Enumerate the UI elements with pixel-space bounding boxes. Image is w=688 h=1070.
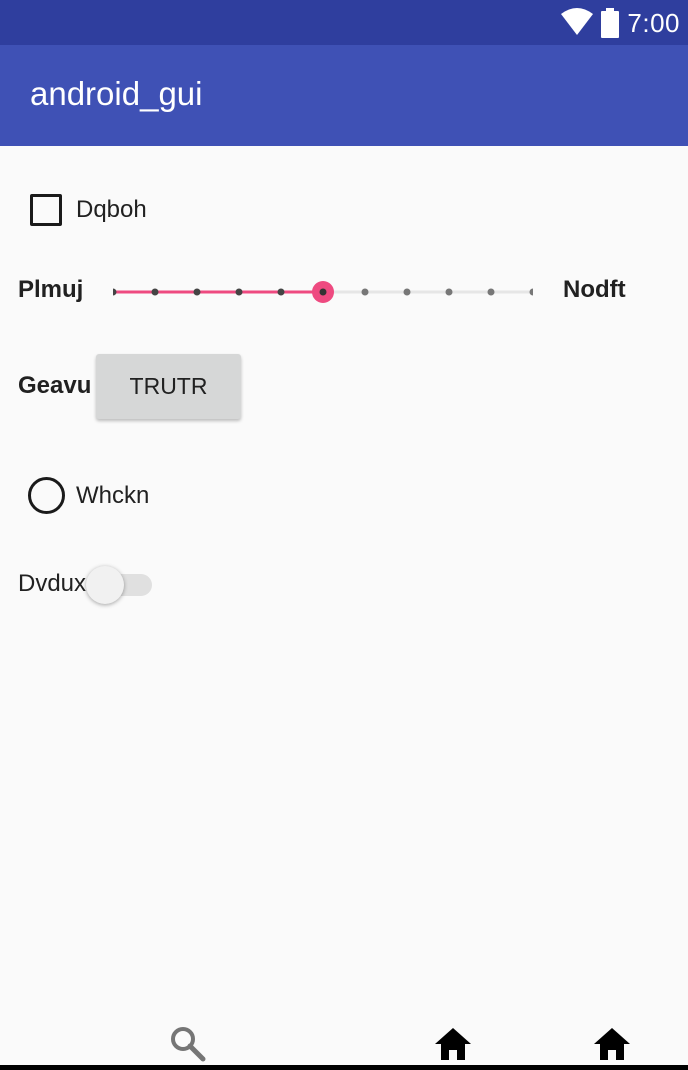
seekbar-tick <box>403 288 411 296</box>
seekbar-tick <box>529 288 533 296</box>
seekbar-tick <box>151 288 159 296</box>
search-icon[interactable] <box>168 1024 208 1064</box>
radio-whckn[interactable]: Whckn <box>28 477 149 514</box>
seekbar-left-label: Plmuj <box>18 276 84 303</box>
app-title: android_gui <box>30 75 203 112</box>
status-clock: 7:00 <box>627 7 680 38</box>
seekbar-tick <box>487 288 495 296</box>
seekbar-tick <box>113 288 117 296</box>
home-icon[interactable] <box>592 1024 632 1064</box>
app-bar: android_gui <box>0 45 688 146</box>
seekbar-thumb-tick <box>319 288 327 296</box>
seekbar-tick <box>445 288 453 296</box>
seekbar-tick <box>361 288 369 296</box>
seekbar-right-label: Nodft <box>563 276 626 303</box>
seekbar-tick <box>277 288 285 296</box>
wifi-icon <box>561 8 594 35</box>
trutr-button[interactable]: TRUTR <box>96 354 241 419</box>
nav-bar-edge <box>0 1065 688 1070</box>
button-row-label: Geavu <box>18 372 92 399</box>
checkbox-box[interactable] <box>30 194 62 226</box>
trutr-button-label: TRUTR <box>129 373 208 399</box>
seekbar-tick <box>235 288 243 296</box>
switch-label: Dvdux <box>18 570 87 597</box>
battery-icon <box>601 8 620 38</box>
seekbar[interactable] <box>113 272 533 312</box>
seekbar-tick <box>193 288 201 296</box>
status-bar: 7:00 <box>0 0 688 45</box>
radio-circle[interactable] <box>28 477 65 514</box>
checkbox-label: Dqboh <box>76 196 147 223</box>
radio-label: Whckn <box>76 481 150 509</box>
switch-thumb[interactable] <box>86 566 124 604</box>
home-icon[interactable] <box>433 1024 473 1064</box>
checkbox-dqboh[interactable]: Dqboh <box>30 194 147 226</box>
